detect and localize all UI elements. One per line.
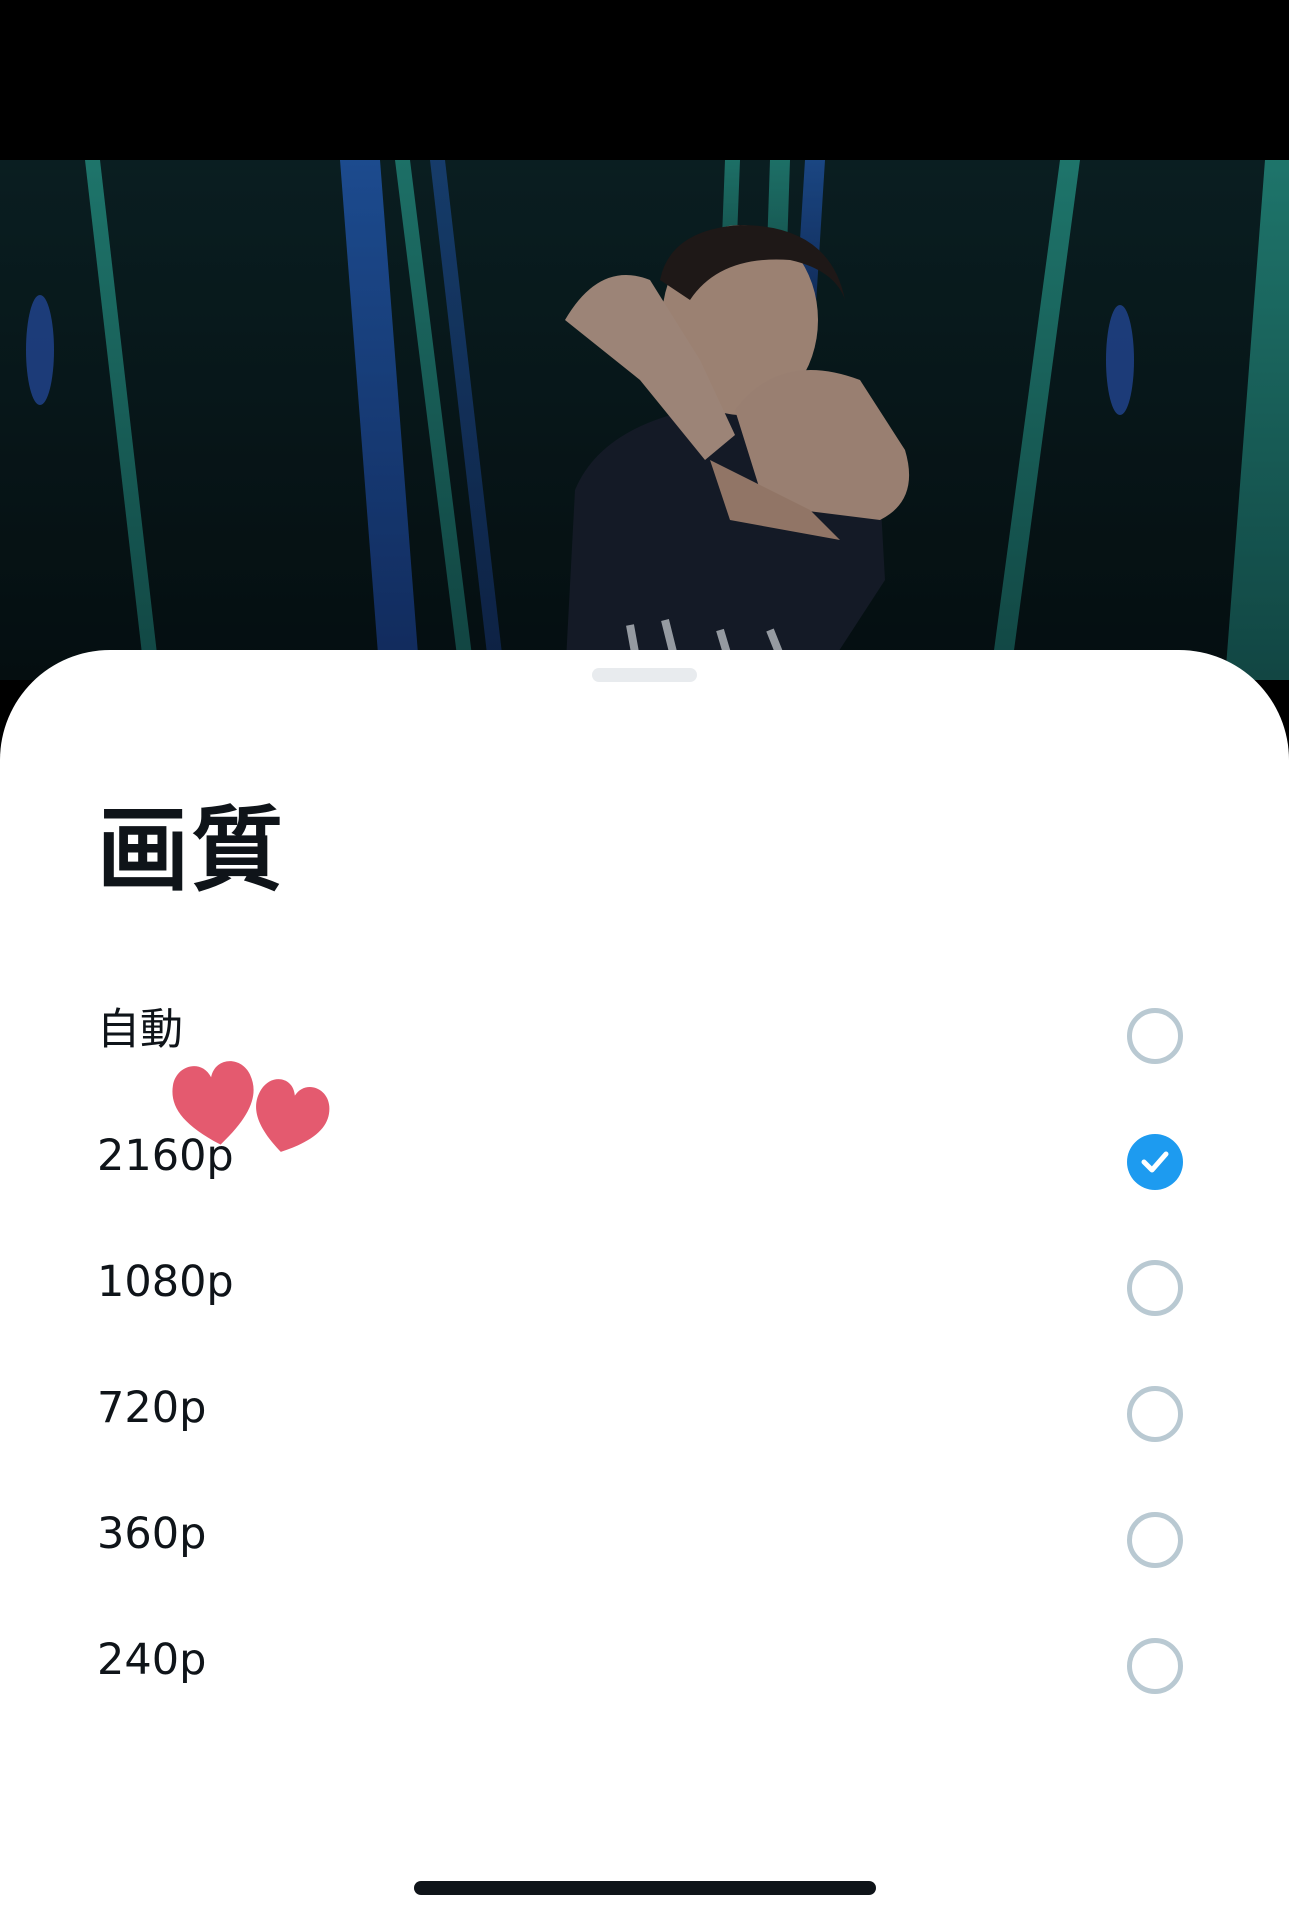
option-label: 360p	[97, 1509, 207, 1559]
video-frame	[0, 160, 1289, 680]
option-label: 1080p	[97, 1257, 234, 1307]
home-indicator[interactable]	[414, 1881, 876, 1895]
radio-unselected-icon[interactable]	[1127, 1638, 1183, 1694]
screen: 画質 自動 2160p 1080p 720p 360p 240p	[0, 0, 1289, 1920]
option-label: 自動	[97, 1005, 183, 1055]
quality-option-1080p[interactable]: 1080p	[0, 1227, 1289, 1353]
radio-unselected-icon[interactable]	[1127, 1008, 1183, 1064]
checkmark-icon	[1141, 1151, 1169, 1173]
radio-unselected-icon[interactable]	[1127, 1260, 1183, 1316]
option-label: 240p	[97, 1635, 207, 1685]
hearts-sticker	[170, 1055, 340, 1159]
radio-unselected-icon[interactable]	[1127, 1386, 1183, 1442]
video-player[interactable]	[0, 160, 1289, 680]
sheet-title: 画質	[97, 797, 286, 904]
option-label: 720p	[97, 1383, 207, 1433]
radio-selected-icon[interactable]	[1127, 1134, 1183, 1190]
quality-option-240p[interactable]: 240p	[0, 1605, 1289, 1731]
radio-unselected-icon[interactable]	[1127, 1512, 1183, 1568]
status-bar	[0, 0, 1289, 160]
heart-icon	[172, 1061, 330, 1152]
quality-option-360p[interactable]: 360p	[0, 1479, 1289, 1605]
sheet-grabber-handle[interactable]	[592, 668, 697, 682]
quality-option-720p[interactable]: 720p	[0, 1353, 1289, 1479]
